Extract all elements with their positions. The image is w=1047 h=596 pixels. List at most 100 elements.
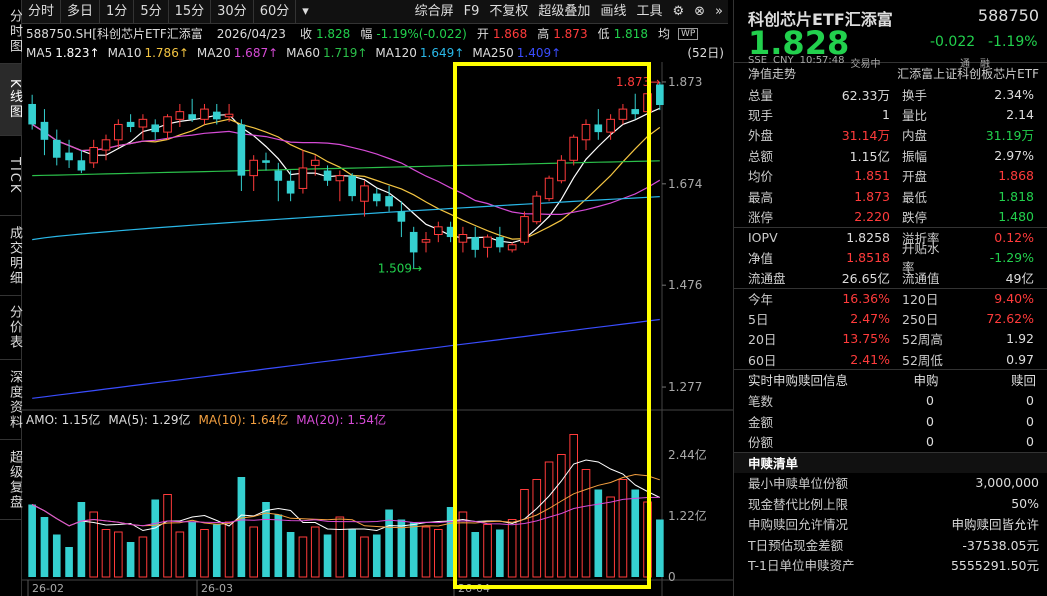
price-change: -0.022 xyxy=(930,34,976,50)
quote-row-value: 1.851 xyxy=(854,168,890,184)
quote-row-value2: 1.818 xyxy=(998,188,1034,204)
volume-bar xyxy=(224,521,234,578)
settings-icon[interactable]: ⚙ xyxy=(667,0,689,24)
volume-legend-item: MA(20): 1.54亿 xyxy=(296,412,386,427)
quote-row-label2: 最低 xyxy=(902,189,928,205)
period-multiday[interactable]: 多日 xyxy=(61,0,101,24)
quote-row-label2: 跌停 xyxy=(902,210,928,226)
quote-row-value2: 2.14 xyxy=(1006,107,1034,123)
tab-kline[interactable]: K线图 xyxy=(0,64,22,136)
subscribe-row: 份额 0 0 xyxy=(734,431,1047,451)
tab-depth-data[interactable]: 深度资料 xyxy=(0,360,22,440)
ma60-label: MA60 xyxy=(286,45,320,60)
period-60min[interactable]: 60分 xyxy=(254,0,297,24)
volume-bar xyxy=(323,534,332,577)
tab-timeshare[interactable]: 分时图 xyxy=(0,0,22,64)
quote-row-value: 1.15亿 xyxy=(849,148,890,164)
candle-body xyxy=(286,180,295,194)
period-30min[interactable]: 30分 xyxy=(211,0,254,24)
quote-row-value2: 31.19万 xyxy=(985,128,1034,144)
tab-tick[interactable]: TICK xyxy=(0,136,22,216)
quote-row-label: 总量 xyxy=(748,87,774,103)
creation-list-value: 3,000,000 xyxy=(975,475,1039,491)
margin-icon[interactable]: 融 xyxy=(980,55,990,70)
low-value: 1.818 xyxy=(613,26,648,41)
quote-row-label: 外盘 xyxy=(748,128,774,144)
volume-legend-item: MA(5): 1.29亿 xyxy=(108,412,190,427)
creation-list-label: 现金替代比例上限 xyxy=(748,496,849,512)
volume-bar xyxy=(286,532,295,577)
quote-row-label2: 52周高 xyxy=(902,332,943,348)
creation-list-label: 最小申赎单位份额 xyxy=(748,476,849,492)
tab-price-table[interactable]: 分价表 xyxy=(0,296,22,360)
quote-row: 总额 1.15亿 振幅 2.97% xyxy=(734,145,1047,165)
expand-icon[interactable]: » xyxy=(710,0,728,24)
subscribe-col-redeem: 赎回 xyxy=(1010,373,1036,389)
subscribe-redeem-value: 0 xyxy=(1026,393,1034,409)
period-timeshare[interactable]: 分时 xyxy=(22,0,62,24)
change-value: -1.19%(-0.022) xyxy=(376,26,467,41)
quote-info-bar: 588750.SH[科创芯片ETF汇添富 2026/04/23 收 1.828 … xyxy=(22,24,728,43)
tab-trade-detail[interactable]: 成交明细 xyxy=(0,216,22,296)
quote-row-label: 现手 xyxy=(748,108,774,124)
kline-chart[interactable]: 1.873 1.674 1.476 1.277 1.873→ 1.509→ AMO: 1.1… xyxy=(22,62,733,596)
volume-bar xyxy=(200,529,209,578)
security-code-name: 588750.SH[科创芯片ETF汇添富 xyxy=(26,27,203,41)
creation-list-row: 申购赎回允许情况 申购赎回皆允许 xyxy=(734,513,1047,533)
wp-icon[interactable]: WP xyxy=(677,27,699,40)
volume-bar xyxy=(544,461,554,578)
volume-bar xyxy=(65,547,73,577)
candle-body xyxy=(544,177,554,200)
volume-bar xyxy=(163,494,172,578)
candle-body xyxy=(557,159,566,182)
close-icon[interactable]: ⊗ xyxy=(689,0,710,24)
avg-label: 均 xyxy=(657,27,670,41)
subscribe-buy-value: 0 xyxy=(926,393,934,409)
volume-legend-item: AMO: 1.15亿 xyxy=(26,412,100,427)
quote-row-label2: 量比 xyxy=(902,108,928,124)
candle-body xyxy=(520,216,529,243)
no-adjust-button[interactable]: 不复权 xyxy=(484,0,533,24)
volume-bar xyxy=(335,516,345,578)
period-badge[interactable]: (52日) xyxy=(687,44,724,61)
quote-row-value2: 2.34% xyxy=(994,86,1034,102)
volume-bar xyxy=(237,477,246,577)
subscribe-row-label: 金额 xyxy=(748,414,774,430)
period-5min[interactable]: 5分 xyxy=(134,0,169,24)
volume-bar xyxy=(113,531,123,578)
super-overlay-button[interactable]: 超级叠加 xyxy=(533,0,595,24)
candle-body xyxy=(138,118,148,128)
quote-row-label: 均价 xyxy=(748,169,774,185)
period-15min[interactable]: 15分 xyxy=(169,0,212,24)
draw-line-button[interactable]: 画线 xyxy=(595,0,631,24)
ma120-line xyxy=(32,196,660,241)
volume-bar xyxy=(175,531,185,578)
tools-button[interactable]: 工具 xyxy=(631,0,667,24)
change-label: 幅 xyxy=(360,27,373,41)
volume-bar xyxy=(520,489,529,578)
quote-row-label: 5日 xyxy=(748,311,769,327)
subscribe-header: 实时申购赎回信息 申购 赎回 xyxy=(734,369,1047,390)
quote-row-value: 2.220 xyxy=(854,209,890,225)
volume-bar xyxy=(348,529,356,577)
high-value: 1.873 xyxy=(553,26,588,41)
tab-super-review[interactable]: 超级复盘 xyxy=(0,440,22,520)
candle-body xyxy=(249,159,259,177)
quote-row-label2: 开盘 xyxy=(902,169,928,185)
period-1min[interactable]: 1分 xyxy=(100,0,135,24)
candle-body xyxy=(151,124,160,133)
composite-screen-button[interactable]: 综合屏 xyxy=(410,0,459,24)
subscribe-col-buy: 申购 xyxy=(913,373,939,389)
price-change-pct: -1.19% xyxy=(988,34,1038,50)
subscribe-row: 金额 0 0 xyxy=(734,411,1047,431)
quote-row-value2: 0.97 xyxy=(1006,351,1034,367)
quote-row-value: 13.75% xyxy=(842,331,890,347)
creation-list-value: 50% xyxy=(1011,495,1039,511)
creation-list-value: 5555291.50元 xyxy=(950,557,1039,573)
volume-axis-label: 2.44亿 xyxy=(668,447,707,462)
quote-row-label: 最高 xyxy=(748,189,774,205)
f9-button[interactable]: F9 xyxy=(459,0,485,24)
period-dropdown-icon[interactable]: ▾ xyxy=(296,0,315,24)
connect-icon[interactable]: 通 xyxy=(960,55,970,70)
volume-bar xyxy=(618,479,628,578)
